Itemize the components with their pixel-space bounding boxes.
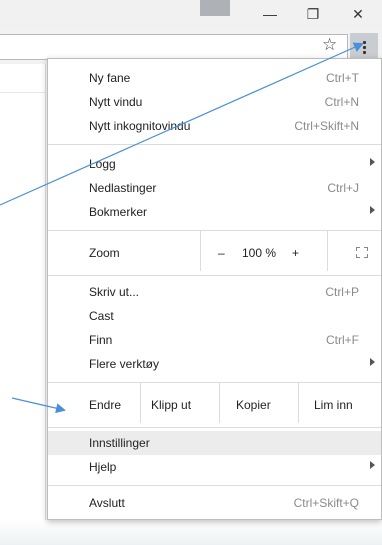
submenu-arrow-icon <box>370 461 375 469</box>
zoom-divider <box>327 231 328 271</box>
menu-item-label: Nytt inkognitovindu <box>89 119 191 133</box>
menu-item-label: Nedlastinger <box>89 181 157 195</box>
menu-item-label: Cast <box>89 309 114 323</box>
menu-dot <box>362 50 366 54</box>
menu-item-new-incognito-window[interactable]: Nytt inkognitovindu Ctrl+Skift+N <box>48 114 381 138</box>
edit-label: Endre <box>89 398 122 412</box>
menu-separator <box>48 144 381 145</box>
menu-separator <box>48 230 381 231</box>
chrome-menu-icon[interactable] <box>350 33 378 61</box>
menu-item-shortcut: Ctrl+Skift+N <box>294 119 359 133</box>
menu-item-history[interactable]: Logg <box>48 152 381 176</box>
submenu-arrow-icon <box>370 358 375 366</box>
cut-button[interactable]: Klipp ut <box>151 398 191 412</box>
menu-item-cast[interactable]: Cast <box>48 304 381 328</box>
menu-dot <box>362 45 366 49</box>
menu-separator <box>48 485 381 486</box>
close-icon[interactable]: ✕ <box>338 0 378 28</box>
menu-item-new-tab[interactable]: Ny fane Ctrl+T <box>48 66 381 90</box>
submenu-arrow-icon <box>370 158 375 166</box>
window-titlebar: — ❐ ✕ <box>0 0 382 30</box>
menu-item-label: Skriv ut... <box>89 285 140 299</box>
restore-icon[interactable]: ❐ <box>293 0 333 28</box>
menu-item-bookmarks[interactable]: Bokmerker <box>48 200 381 224</box>
menu-item-shortcut: Ctrl+F <box>326 333 359 347</box>
fullscreen-icon[interactable] <box>356 247 368 258</box>
zoom-in-button[interactable]: + <box>292 246 299 260</box>
menu-item-label: Innstillinger <box>89 436 150 450</box>
zoom-label: Zoom <box>89 246 120 260</box>
window-bottom-edge <box>0 520 382 545</box>
minimize-icon[interactable]: — <box>250 0 290 28</box>
menu-separator <box>48 275 381 276</box>
chrome-main-menu: Ny fane Ctrl+T Nytt vindu Ctrl+N Nytt in… <box>47 58 382 520</box>
menu-separator <box>48 427 381 428</box>
menu-item-shortcut: Ctrl+J <box>327 181 359 195</box>
minimize-glyph: — <box>263 6 277 22</box>
submenu-arrow-icon <box>370 206 375 214</box>
menu-item-print[interactable]: Skriv ut... Ctrl+P <box>48 280 381 304</box>
menu-separator <box>48 382 381 383</box>
restore-glyph: ❐ <box>306 5 320 22</box>
menu-item-find[interactable]: Finn Ctrl+F <box>48 328 381 352</box>
menu-item-more-tools[interactable]: Flere verktøy <box>48 352 381 376</box>
page-left-strip <box>0 64 46 545</box>
zoom-level-value: 100 % <box>242 246 277 260</box>
menu-item-label: Finn <box>89 333 113 347</box>
zoom-row: Zoom – 100 % + <box>48 231 381 271</box>
menu-item-settings[interactable]: Innstillinger <box>48 431 381 455</box>
zoom-out-button[interactable]: – <box>218 246 225 260</box>
menu-item-label: Avslutt <box>89 496 125 510</box>
edit-divider <box>140 383 141 423</box>
menu-item-label: Nytt vindu <box>89 95 143 109</box>
menu-item-label: Bokmerker <box>89 205 148 219</box>
close-glyph: ✕ <box>352 5 364 22</box>
copy-button[interactable]: Kopier <box>236 398 271 412</box>
menu-item-label: Hjelp <box>89 460 117 474</box>
bookmark-star-icon[interactable]: ☆ <box>322 35 337 55</box>
menu-dot <box>362 40 366 44</box>
address-bar[interactable] <box>0 34 348 60</box>
menu-item-shortcut: Ctrl+T <box>326 71 359 85</box>
menu-item-exit[interactable]: Avslutt Ctrl+Skift+Q <box>48 491 381 515</box>
menu-item-label: Ny fane <box>89 71 131 85</box>
menu-item-label: Flere verktøy <box>89 357 160 371</box>
page-divider <box>0 92 46 93</box>
edit-divider <box>298 383 299 423</box>
menu-item-shortcut: Ctrl+N <box>324 95 359 109</box>
edit-divider <box>219 383 220 423</box>
menu-item-help[interactable]: Hjelp <box>48 455 381 479</box>
menu-item-shortcut: Ctrl+Skift+Q <box>293 496 359 510</box>
menu-item-new-window[interactable]: Nytt vindu Ctrl+N <box>48 90 381 114</box>
zoom-divider <box>200 231 201 271</box>
menu-item-label: Logg <box>89 157 116 171</box>
paste-button[interactable]: Lim inn <box>314 398 353 412</box>
titlebar-highlight <box>200 0 230 16</box>
edit-row: Endre Klipp ut Kopier Lim inn <box>48 383 381 423</box>
menu-item-shortcut: Ctrl+P <box>325 285 359 299</box>
menu-item-downloads[interactable]: Nedlastinger Ctrl+J <box>48 176 381 200</box>
